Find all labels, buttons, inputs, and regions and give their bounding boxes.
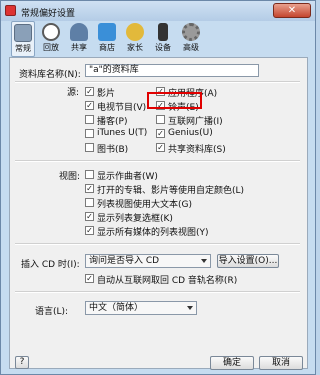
chevron-down-icon: [187, 306, 193, 310]
play-icon: [42, 23, 60, 41]
view-composer-label: 显示作曲者(W): [97, 172, 158, 182]
language-label: 语言(L):: [35, 307, 69, 317]
device-icon: [158, 23, 168, 41]
cancel-button[interactable]: 取消: [259, 356, 303, 370]
source-tv-label: 电视节目(V): [97, 103, 147, 113]
cd-insert-label: 插入 CD 时(I):: [21, 260, 80, 270]
toggle-switch-icon: [14, 24, 32, 42]
close-button[interactable]: ✕: [273, 3, 311, 18]
view-custom-colors-label: 打开的专辑、影片等使用自定颜色(L): [97, 186, 245, 196]
ok-button[interactable]: 确定: [210, 356, 254, 370]
cd-auto-names-checkbox[interactable]: ✓: [85, 274, 94, 283]
help-button[interactable]: ?: [15, 356, 29, 369]
views-label: 视图:: [59, 172, 81, 182]
tab-advanced[interactable]: 高级: [179, 21, 203, 57]
tab-store[interactable]: 商店: [95, 21, 119, 57]
source-itunesu-checkbox[interactable]: [85, 129, 94, 138]
source-itunesu-label: iTunes U(T): [97, 128, 148, 138]
advanced-gear-icon: [182, 23, 200, 41]
parental-icon: [126, 23, 144, 41]
chevron-down-icon: [201, 259, 207, 263]
window-title: 常规偏好设置: [21, 9, 76, 19]
divider: [15, 160, 300, 162]
view-large-text-label: 列表视图使用大文本(G): [97, 200, 192, 210]
title-bar: 常规偏好设置 ✕: [1, 1, 315, 21]
share-people-icon: [70, 23, 88, 41]
tab-devices[interactable]: 设备: [151, 21, 175, 57]
library-name-input[interactable]: "a"的资料库: [85, 64, 259, 77]
source-books-label: 图书(B): [97, 145, 129, 155]
cd-action-select[interactable]: 询问是否导入 CD: [85, 254, 211, 268]
sources-label: 源:: [67, 88, 80, 98]
language-select[interactable]: 中文（简体）: [85, 301, 197, 315]
ringtones-highlight-box: [147, 92, 202, 109]
source-genius-label: Genius(U): [168, 128, 213, 138]
tab-parental[interactable]: 家长: [123, 21, 147, 57]
preferences-toolbar: 常规 回放 共享 商店 家长 设备 高级: [9, 21, 309, 57]
view-list-checkboxes-checkbox[interactable]: ✓: [85, 212, 94, 221]
source-podcasts-label: 播客(P): [97, 117, 128, 127]
source-shared-checkbox[interactable]: ✓: [156, 143, 165, 152]
source-genius-checkbox[interactable]: ✓: [156, 129, 165, 138]
tab-general[interactable]: 常规: [11, 21, 35, 57]
divider: [15, 81, 300, 83]
tab-playback[interactable]: 回放: [39, 21, 63, 57]
import-settings-button[interactable]: 导入设置(O)...: [217, 254, 279, 268]
source-movies-checkbox[interactable]: ✓: [85, 87, 94, 96]
cd-auto-names-label: 自动从互联网取回 CD 音轨名称(R): [97, 276, 238, 286]
view-composer-checkbox[interactable]: [85, 170, 94, 179]
source-radio-label: 互联网广播(I): [168, 117, 223, 127]
source-books-checkbox[interactable]: [85, 143, 94, 152]
source-tv-checkbox[interactable]: ✓: [85, 101, 94, 110]
preferences-window: 常规偏好设置 ✕ 常规 回放 共享 商店 家长 设备 高级 资料库名称(N): …: [0, 0, 316, 375]
source-radio-checkbox[interactable]: [156, 115, 165, 124]
source-shared-label: 共享资料库(S): [168, 145, 226, 155]
tab-sharing[interactable]: 共享: [67, 21, 91, 57]
view-large-text-checkbox[interactable]: [85, 198, 94, 207]
divider: [15, 243, 300, 245]
itunes-app-icon: [5, 5, 16, 16]
language-value: 中文（简体）: [89, 303, 144, 313]
view-list-checkboxes-label: 显示列表复选框(K): [97, 214, 173, 224]
view-all-media-list-label: 显示所有媒体的列表视图(Y): [97, 228, 209, 238]
source-podcasts-checkbox[interactable]: [85, 115, 94, 124]
source-movies-label: 影片: [97, 89, 116, 99]
divider: [15, 291, 300, 293]
view-all-media-list-checkbox[interactable]: ✓: [85, 226, 94, 235]
cd-action-value: 询问是否导入 CD: [89, 256, 160, 266]
view-custom-colors-checkbox[interactable]: ✓: [85, 184, 94, 193]
store-bag-icon: [98, 23, 116, 41]
library-name-label: 资料库名称(N):: [19, 70, 81, 80]
